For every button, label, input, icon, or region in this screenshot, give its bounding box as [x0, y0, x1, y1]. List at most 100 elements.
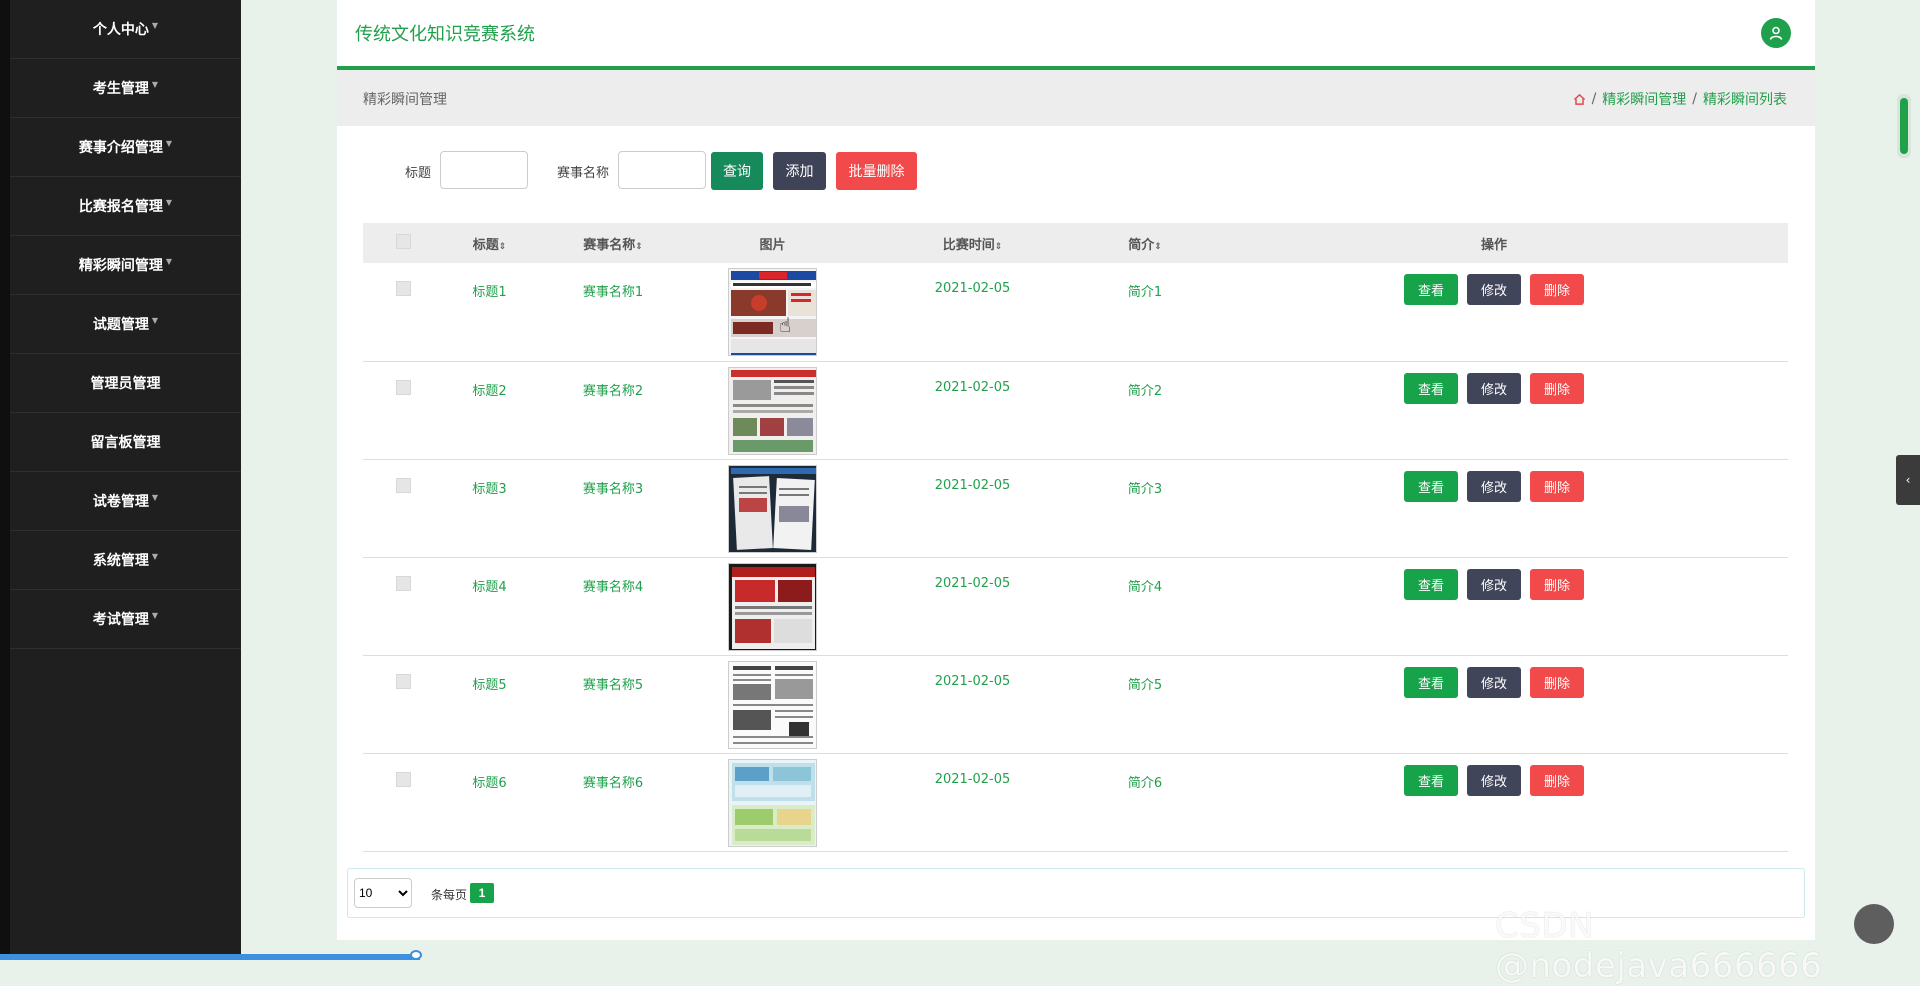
row-intro: 简介1 — [1127, 285, 1163, 300]
sidebar-item-registration[interactable]: 比赛报名管理 ▼ — [10, 177, 241, 236]
row-intro: 简介2 — [1127, 383, 1163, 399]
query-button[interactable]: 查询 — [711, 152, 763, 190]
view-button[interactable]: 查看 — [1403, 274, 1458, 305]
newspaper-thumbnail — [729, 465, 816, 552]
row-image-cell — [690, 263, 855, 361]
row-image[interactable] — [728, 464, 817, 553]
caret-down-icon: ▼ — [151, 610, 159, 620]
edit-button[interactable]: 修改 — [1466, 666, 1521, 698]
caret-down-icon: ▼ — [165, 138, 173, 148]
delete-button[interactable]: 删除 — [1530, 274, 1585, 305]
sidebar-edge — [0, 0, 10, 960]
progress-handle[interactable] — [410, 950, 422, 960]
edit-button[interactable]: 修改 — [1466, 764, 1521, 796]
breadcrumb: / 精彩瞬间管理 / 精彩瞬间列表 — [1573, 89, 1787, 109]
sidebar-item-admins[interactable]: 管理员管理 — [10, 354, 241, 413]
row-image[interactable] — [728, 366, 817, 455]
row-image[interactable] — [728, 268, 817, 356]
row-intro: 简介4 — [1127, 579, 1163, 595]
row-checkbox-cell — [363, 655, 443, 753]
row-image[interactable] — [728, 660, 817, 749]
column-header-event[interactable]: 赛事名称⇕ — [536, 223, 690, 263]
sidebar-item-questions[interactable]: 试题管理 ▼ — [10, 295, 241, 354]
data-table: 标题⇕ 赛事名称⇕ 图片 比赛时间⇕ 简介⇕ 操作 标题1 赛事名称1 2021… — [363, 223, 1788, 852]
edit-button[interactable]: 修改 — [1466, 568, 1521, 600]
row-image[interactable] — [728, 562, 817, 651]
column-header-intro[interactable]: 简介⇕ — [1090, 223, 1200, 263]
row-image-cell — [690, 557, 855, 655]
view-button[interactable]: 查看 — [1403, 372, 1458, 404]
sidebar-item-examinees[interactable]: 考生管理 ▼ — [10, 59, 241, 118]
newspaper-thumbnail — [729, 563, 816, 650]
row-checkbox[interactable] — [395, 281, 411, 296]
chevron-left-icon[interactable]: ‹ — [1896, 455, 1920, 505]
batch-delete-button[interactable]: 批量删除 — [836, 152, 917, 190]
view-button[interactable]: 查看 — [1403, 666, 1458, 698]
caret-down-icon: ▼ — [151, 20, 159, 30]
top-bar: 传统文化知识竞赛系统 — [337, 0, 1815, 70]
row-date: 2021-02-05 — [934, 673, 1011, 689]
sidebar: 个人中心 ▼ 考生管理 ▼ 赛事介绍管理 ▼ 比赛报名管理 ▼ 精彩瞬间管理 ▼ 试题管理… — [0, 0, 241, 960]
sidebar-item-system[interactable]: 系统管理 ▼ — [10, 531, 241, 590]
delete-button[interactable]: 删除 — [1530, 764, 1585, 796]
delete-button[interactable]: 删除 — [1530, 470, 1585, 502]
search-row: 标题 赛事名称 查询 添加 批量删除 — [337, 150, 1815, 192]
row-title: 标题2 — [472, 383, 507, 399]
select-all-checkbox[interactable] — [395, 233, 411, 249]
row-checkbox[interactable] — [395, 379, 411, 395]
progress-bar — [0, 954, 420, 960]
row-actions: 查看 修改 删除 — [1200, 263, 1788, 361]
row-actions: 查看 修改 删除 — [1200, 557, 1788, 655]
sidebar-item-label: 个人中心 — [92, 22, 149, 38]
row-image-cell — [690, 655, 855, 753]
column-header-label: 比赛时间 — [942, 237, 995, 253]
caret-down-icon: ▼ — [151, 492, 159, 502]
sidebar-item-personal-center[interactable]: 个人中心 ▼ — [10, 0, 241, 59]
table-row: 标题5 赛事名称5 2021-02-05 简介5 查看 修改 删除 — [363, 655, 1788, 753]
sidebar-item-highlights[interactable]: 精彩瞬间管理 ▼ — [10, 236, 241, 295]
row-checkbox[interactable] — [395, 771, 411, 787]
delete-button[interactable]: 删除 — [1530, 568, 1585, 600]
newspaper-thumbnail — [729, 661, 816, 748]
view-button[interactable]: 查看 — [1403, 470, 1458, 502]
sidebar-item-exams[interactable]: 考试管理 ▼ — [10, 590, 241, 649]
user-icon[interactable] — [1761, 18, 1791, 48]
sidebar-item-label: 考试管理 — [92, 612, 149, 628]
row-title: 标题3 — [472, 481, 507, 497]
sidebar-item-event-intro[interactable]: 赛事介绍管理 ▼ — [10, 118, 241, 177]
breadcrumb-separator: / — [1591, 91, 1597, 107]
delete-button[interactable]: 删除 — [1530, 666, 1585, 698]
row-intro: 简介3 — [1127, 481, 1163, 497]
title-search-input[interactable] — [440, 151, 528, 189]
view-button[interactable]: 查看 — [1403, 568, 1458, 600]
breadcrumb-item-highlights[interactable]: 精彩瞬间管理 — [1602, 89, 1686, 109]
column-header-date[interactable]: 比赛时间⇕ — [855, 223, 1090, 263]
edit-button[interactable]: 修改 — [1466, 372, 1521, 404]
per-page-label: 条每页 — [431, 888, 468, 902]
view-button[interactable]: 查看 — [1403, 764, 1458, 796]
row-intro: 简介6 — [1127, 775, 1163, 791]
edit-button[interactable]: 修改 — [1466, 274, 1521, 305]
row-checkbox[interactable] — [395, 673, 411, 689]
row-image[interactable] — [728, 758, 817, 847]
newspaper-thumbnail — [729, 367, 816, 454]
home-icon[interactable] — [1573, 93, 1586, 106]
sidebar-item-label: 管理员管理 — [90, 376, 161, 392]
page-button-current[interactable]: 1 — [470, 883, 494, 903]
add-button[interactable]: 添加 — [773, 152, 826, 190]
row-checkbox[interactable] — [395, 575, 411, 591]
delete-button[interactable]: 删除 — [1530, 372, 1585, 404]
sidebar-item-papers[interactable]: 试卷管理 ▼ — [10, 472, 241, 531]
column-header-title[interactable]: 标题⇕ — [443, 223, 536, 263]
row-checkbox[interactable] — [395, 477, 411, 493]
event-name-search-input[interactable] — [618, 151, 706, 189]
sidebar-item-label: 赛事介绍管理 — [78, 140, 163, 156]
scrollbar-thumb[interactable] — [1900, 98, 1908, 154]
edit-button[interactable]: 修改 — [1466, 470, 1521, 502]
row-checkbox-cell — [363, 557, 443, 655]
table-row: 标题4 赛事名称4 2021-02-05 简介4 查看 修改 删除 — [363, 557, 1788, 655]
row-date: 2021-02-05 — [934, 575, 1011, 591]
page-size-select[interactable]: 10 — [354, 878, 412, 908]
row-date: 2021-02-05 — [934, 281, 1011, 296]
sidebar-item-message-board[interactable]: 留言板管理 — [10, 413, 241, 472]
